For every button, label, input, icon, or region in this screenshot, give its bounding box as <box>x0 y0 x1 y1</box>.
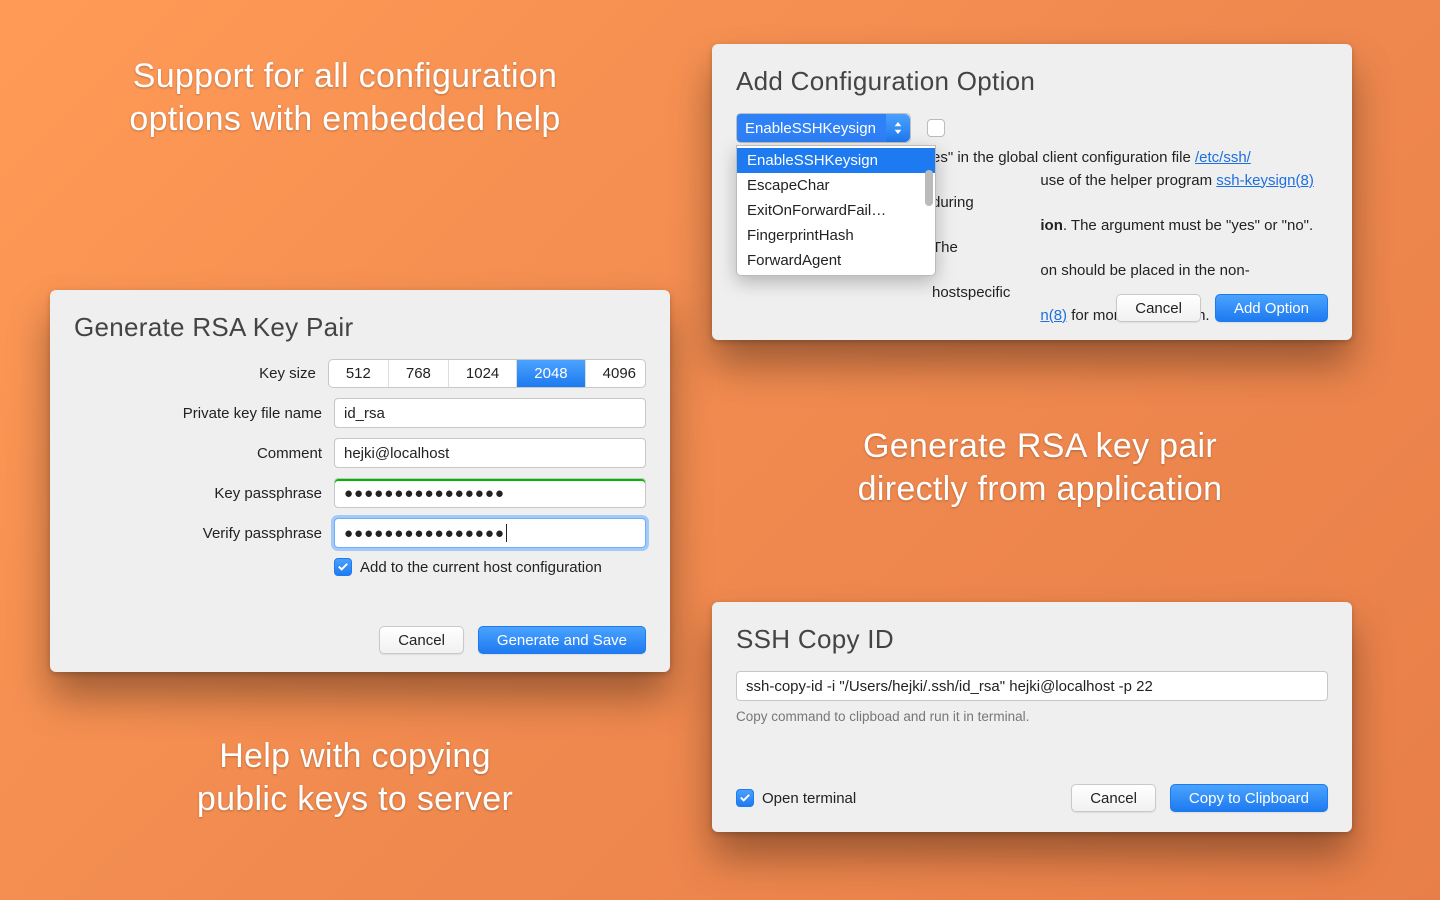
open-terminal-label: Open terminal <box>762 790 856 807</box>
cancel-button[interactable]: Cancel <box>1071 784 1156 812</box>
passphrase-input[interactable]: ●●●●●●●●●●●●●●●● <box>334 478 646 508</box>
caption-line: Help with copying <box>219 737 491 775</box>
select-value: EnableSSHKeysign <box>737 114 886 142</box>
comment-label: Comment <box>74 445 334 462</box>
caption-line: Support for all configuration <box>133 57 558 95</box>
dropdown-item[interactable]: EnableSSHKeysign <box>737 148 935 173</box>
keysize-option[interactable]: 512 <box>329 360 389 387</box>
verify-passphrase-label: Verify passphrase <box>74 525 334 542</box>
cancel-button[interactable]: Cancel <box>379 626 464 654</box>
caption-copy-keys: Help with copying public keys to server <box>140 735 570 820</box>
private-key-label: Private key file name <box>74 405 334 422</box>
cancel-button[interactable]: Cancel <box>1116 294 1201 322</box>
ssh-command-field[interactable]: ssh-copy-id -i "/Users/hejki/.ssh/id_rsa… <box>736 671 1328 701</box>
open-terminal-checkbox[interactable] <box>736 789 754 807</box>
config-option-dropdown: EnableSSHKeysign EscapeChar ExitOnForwar… <box>736 145 936 276</box>
verify-passphrase-input[interactable]: ●●●●●●●●●●●●●●●● <box>334 518 646 548</box>
keysize-option[interactable]: 768 <box>389 360 449 387</box>
add-to-host-label: Add to the current host configuration <box>360 559 602 576</box>
caption-line: directly from application <box>858 470 1223 508</box>
add-config-option-panel: Add Configuration Option EnableSSHKeysig… <box>712 44 1352 340</box>
caption-line: Generate RSA key pair <box>863 427 1217 465</box>
keysize-option[interactable]: 1024 <box>449 360 517 387</box>
passphrase-label: Key passphrase <box>74 485 334 502</box>
panel-title: Generate RSA Key Pair <box>74 312 646 343</box>
generate-save-button[interactable]: Generate and Save <box>478 626 646 654</box>
option-value-checkbox[interactable] <box>927 119 945 137</box>
help-link[interactable]: /etc/ssh/ <box>1195 149 1251 166</box>
keysize-label: Key size <box>74 365 328 382</box>
panel-title: SSH Copy ID <box>736 624 1328 655</box>
dropdown-item[interactable]: FingerprintHash <box>737 223 935 248</box>
dropdown-item[interactable]: ExitOnForwardFail… <box>737 198 935 223</box>
help-link[interactable]: ssh-keysign(8) <box>1216 172 1314 189</box>
text-caret <box>506 524 507 542</box>
ssh-command-hint: Copy command to clipboad and run it in t… <box>736 709 1328 724</box>
keysize-option[interactable]: 4096 <box>586 360 646 387</box>
chevron-updown-icon <box>886 114 910 142</box>
caption-line: public keys to server <box>197 780 513 818</box>
private-key-input[interactable]: id_rsa <box>334 398 646 428</box>
help-link[interactable]: n(8) <box>1040 307 1067 324</box>
caption-generate-rsa: Generate RSA key pair directly from appl… <box>760 425 1320 510</box>
caption-line: options with embedded help <box>129 100 560 138</box>
dropdown-item[interactable]: ForwardAgent <box>737 248 935 273</box>
scrollbar-thumb[interactable] <box>925 170 933 206</box>
generate-rsa-panel: Generate RSA Key Pair Key size 512 768 1… <box>50 290 670 672</box>
ssh-copy-id-panel: SSH Copy ID ssh-copy-id -i "/Users/hejki… <box>712 602 1352 832</box>
copy-to-clipboard-button[interactable]: Copy to Clipboard <box>1170 784 1328 812</box>
panel-title: Add Configuration Option <box>736 66 1328 97</box>
dropdown-item[interactable]: EscapeChar <box>737 173 935 198</box>
add-to-host-checkbox[interactable] <box>334 558 352 576</box>
caption-config-help: Support for all configuration options wi… <box>70 55 620 140</box>
add-option-button[interactable]: Add Option <box>1215 294 1328 322</box>
config-option-select[interactable]: EnableSSHKeysign EnableSSHKeysign Escape… <box>736 113 911 143</box>
comment-input[interactable]: hejki@localhost <box>334 438 646 468</box>
keysize-option[interactable]: 2048 <box>517 360 585 387</box>
keysize-segmented: 512 768 1024 2048 4096 <box>328 359 646 388</box>
